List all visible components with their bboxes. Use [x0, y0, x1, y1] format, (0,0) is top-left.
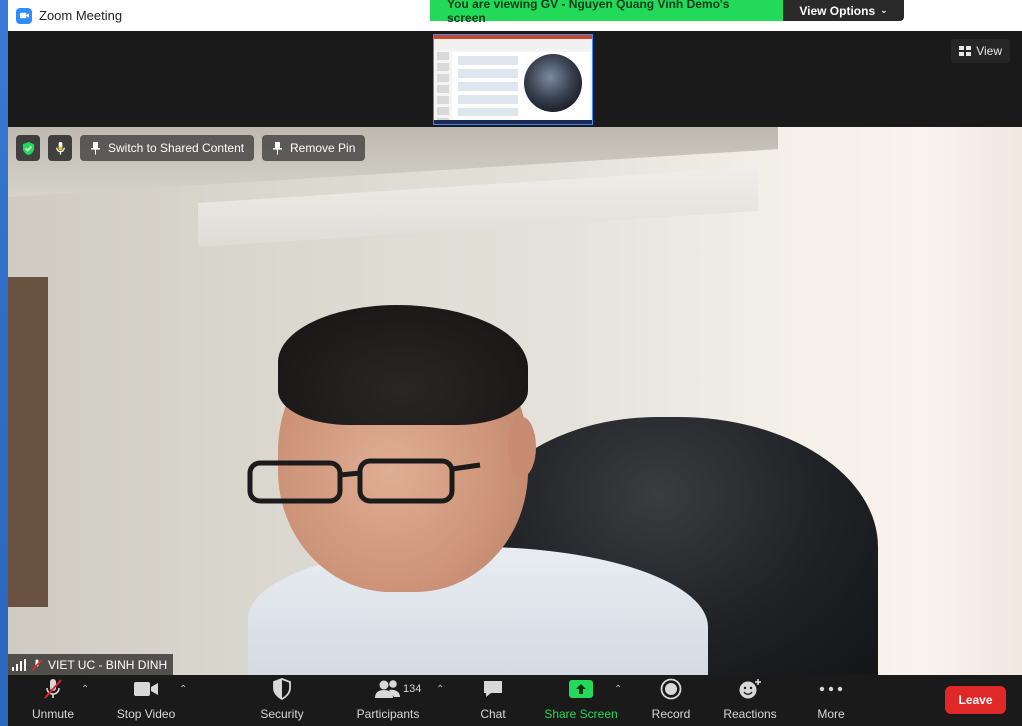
viewing-indicator: You are viewing GV - Nguyen Quang Vinh D…: [430, 0, 783, 25]
participants-label: Participants: [356, 707, 420, 721]
audio-options-caret[interactable]: ⌃: [81, 684, 89, 695]
meeting-toolbar: Unmute ⌃ Stop Video ⌃ Security Participa…: [8, 675, 1022, 726]
participant-name-tag: VIET UC - BINH DINH: [8, 654, 174, 675]
signal-strength-icon: [12, 658, 26, 671]
share-arrow-icon: [569, 680, 593, 698]
muted-microphone-icon: [44, 679, 62, 699]
smiley-add-icon: [739, 679, 761, 699]
participants-count: 134: [403, 683, 422, 695]
switch-to-shared-content-label: Switch to Shared Content: [108, 141, 245, 155]
view-label: View: [976, 44, 1002, 58]
share-screen-label: Share Screen: [544, 707, 618, 721]
chat-label: Chat: [480, 707, 506, 721]
video-person-hair: [278, 305, 528, 425]
leave-button[interactable]: Leave: [945, 686, 1006, 714]
shield-check-icon: [22, 141, 34, 155]
view-options-label: View Options: [799, 3, 876, 18]
participant-video[interactable]: Switch to Shared Content Remove Pin VIET…: [8, 127, 1022, 675]
participant-name: VIET UC - BINH DINH: [48, 657, 168, 672]
microphone-icon: [55, 141, 65, 155]
reactions-label: Reactions: [723, 707, 777, 721]
video-person-glasses: [247, 458, 481, 504]
pin-icon: [273, 141, 282, 155]
screen-share-banner: You are viewing GV - Nguyen Quang Vinh D…: [430, 0, 904, 25]
view-options-button[interactable]: View Options ⌄: [783, 0, 904, 21]
video-camera-icon: [134, 682, 158, 696]
shared-screen-thumbnail[interactable]: [433, 34, 593, 125]
audio-status-badge[interactable]: [48, 135, 72, 161]
chat-button[interactable]: Chat: [478, 675, 508, 726]
record-label: Record: [651, 707, 691, 721]
chat-bubble-icon: [484, 681, 502, 697]
thumbnail-slide-boxes: [458, 56, 518, 116]
switch-to-shared-content-button[interactable]: Switch to Shared Content: [80, 135, 255, 161]
unmute-button[interactable]: Unmute: [30, 675, 76, 726]
shield-icon: [273, 678, 291, 700]
participants-options-caret[interactable]: ⌃: [436, 684, 444, 695]
record-button[interactable]: Record: [650, 675, 692, 726]
view-button[interactable]: View: [951, 39, 1010, 63]
zoom-app-icon: [16, 7, 32, 24]
share-options-caret[interactable]: ⌃: [614, 684, 622, 695]
record-icon: [660, 678, 682, 700]
remove-pin-button[interactable]: Remove Pin: [262, 135, 366, 161]
security-button[interactable]: Security: [258, 675, 306, 726]
thumbnail-taskbar: [434, 120, 592, 124]
participants-icon: [375, 680, 400, 698]
share-screen-button[interactable]: Share Screen: [544, 675, 618, 726]
video-options-caret[interactable]: ⌃: [179, 684, 187, 695]
stop-video-label: Stop Video: [116, 707, 176, 721]
grid-icon: [959, 46, 972, 56]
remove-pin-label: Remove Pin: [290, 141, 356, 155]
window-title: Zoom Meeting: [39, 8, 123, 23]
pin-icon: [91, 141, 100, 155]
stop-video-button[interactable]: Stop Video: [116, 675, 176, 726]
thumbnail-slide-list: [437, 52, 449, 122]
more-label: More: [817, 707, 845, 721]
reactions-button[interactable]: Reactions: [722, 675, 778, 726]
muted-microphone-icon: [31, 658, 43, 671]
video-door: [8, 277, 48, 607]
unmute-label: Unmute: [31, 707, 75, 721]
chevron-down-icon: ⌄: [880, 5, 888, 15]
security-label: Security: [260, 707, 304, 721]
thumbnail-slide-image: [524, 54, 582, 112]
desktop-edge: [0, 0, 8, 726]
more-button[interactable]: More: [814, 675, 848, 726]
thumbnail-ribbon: [434, 35, 592, 49]
thumbnail-strip: View: [8, 31, 1022, 127]
video-person-ear: [508, 417, 536, 477]
more-dots-icon: [819, 686, 843, 692]
encryption-badge[interactable]: [16, 135, 40, 161]
thumbnail-slide: [452, 52, 590, 120]
